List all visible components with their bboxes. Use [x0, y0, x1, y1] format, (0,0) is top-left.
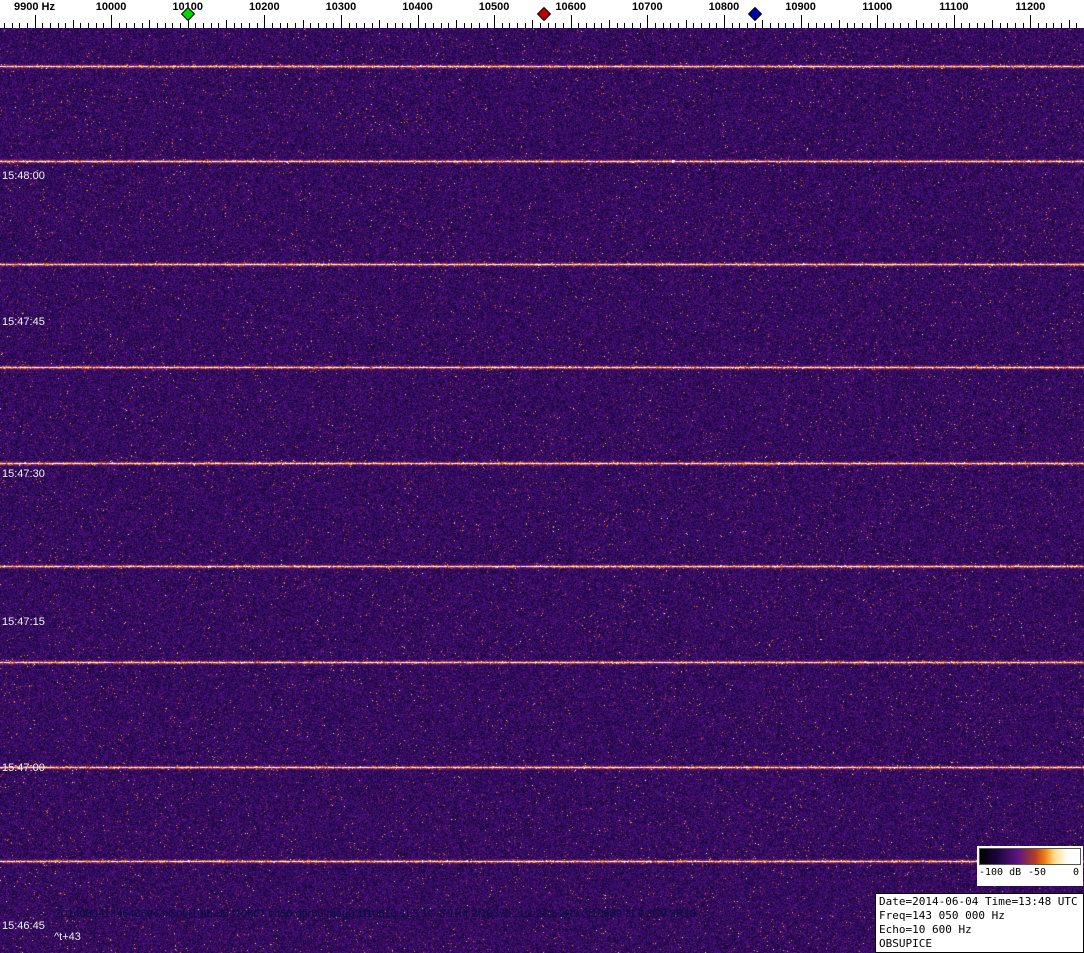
cursor-note: ^t+43 [54, 931, 81, 943]
ruler-tick [762, 20, 764, 28]
time-label: 15:48:00 [2, 170, 45, 182]
frequency-ruler[interactable]: 9900 Hz100001010010200103001040010500106… [0, 0, 1084, 28]
ruler-tick [340, 15, 342, 28]
ruler-tick [1030, 15, 1032, 28]
marker-blue[interactable] [747, 6, 762, 22]
ruler-tick [915, 20, 917, 28]
info-frequency: Freq=143 050 000 Hz [879, 909, 1005, 922]
info-date-time: Date=2014-06-04 Time=13:48 UTC [879, 895, 1078, 908]
legend-min-label: -100 dB [979, 867, 1022, 878]
time-label: 15:46:45 [2, 920, 45, 933]
ruler-tick [877, 15, 879, 28]
ruler-tick [302, 20, 304, 28]
time-label: 15:47:15 [2, 615, 45, 628]
ruler-tick [72, 20, 74, 28]
ruler-label: 9900 Hz [14, 1, 55, 13]
observation-info-box: Date=2014-06-04 Time=13:48 UTC Freq=143 … [875, 893, 1084, 953]
ruler-tick [570, 15, 572, 28]
ruler-tick [609, 20, 610, 28]
color-scale-legend: -100 dB -50 0 [977, 846, 1083, 886]
info-station: OBSUPICE [879, 937, 932, 950]
ruler-tick [494, 15, 496, 28]
ruler-label: 11200 [1015, 1, 1046, 13]
ruler-tick [34, 15, 36, 28]
ruler-label: 11000 [862, 1, 893, 13]
ruler-tick [800, 15, 802, 28]
ruler-tick [647, 15, 649, 28]
legend-mid-label: -50 [1027, 867, 1047, 878]
legend-labels: -100 dB -50 0 [979, 865, 1081, 880]
ruler-label: 10300 [325, 1, 357, 13]
marker-red[interactable] [536, 6, 551, 22]
ruler-label: 10500 [478, 1, 510, 13]
ruler-tick [264, 15, 266, 28]
ruler-label: 10800 [708, 1, 740, 13]
ruler-tick [111, 15, 113, 28]
ruler-tick [455, 20, 457, 28]
ruler-label: 10700 [632, 1, 663, 13]
ruler-label: 10900 [785, 1, 816, 13]
ruler-label: 11100 [939, 1, 969, 13]
ruler-tick [379, 20, 381, 28]
ruler-tick [953, 15, 955, 28]
ruler-tick [838, 20, 840, 28]
status-line: 20140604134643504 hCnt41 nb-85 f10607 hi… [55, 908, 696, 920]
ruler-tick [532, 20, 534, 28]
spectrum-waterfall-window: 9900 Hz100001010010200103001040010500106… [0, 0, 1084, 953]
time-label: 15:47:45 [2, 316, 45, 329]
ruler-label: 10400 [402, 1, 433, 13]
ruler-tick [149, 20, 151, 28]
info-echo: Echo=10 600 Hz [879, 923, 972, 936]
time-label: 15:47:30 [2, 467, 45, 480]
ruler-tick [992, 20, 994, 28]
waterfall-area[interactable]: 20140604134643504 hCnt41 nb-85 f10607 hi… [0, 28, 1084, 953]
ruler-tick [417, 15, 419, 28]
ruler-tick [685, 20, 687, 28]
ruler-label: 10000 [95, 1, 127, 13]
legend-max-label: 0 [1072, 867, 1079, 878]
ruler-tick [723, 15, 725, 28]
spectrogram-canvas[interactable] [0, 28, 1084, 953]
time-label: 15:47:00 [2, 762, 45, 774]
ruler-label: 10200 [249, 1, 280, 13]
ruler-tick [226, 20, 227, 28]
color-gradient-bar [979, 848, 1081, 865]
ruler-label: 10600 [555, 1, 586, 13]
ruler-tick [1068, 20, 1070, 28]
